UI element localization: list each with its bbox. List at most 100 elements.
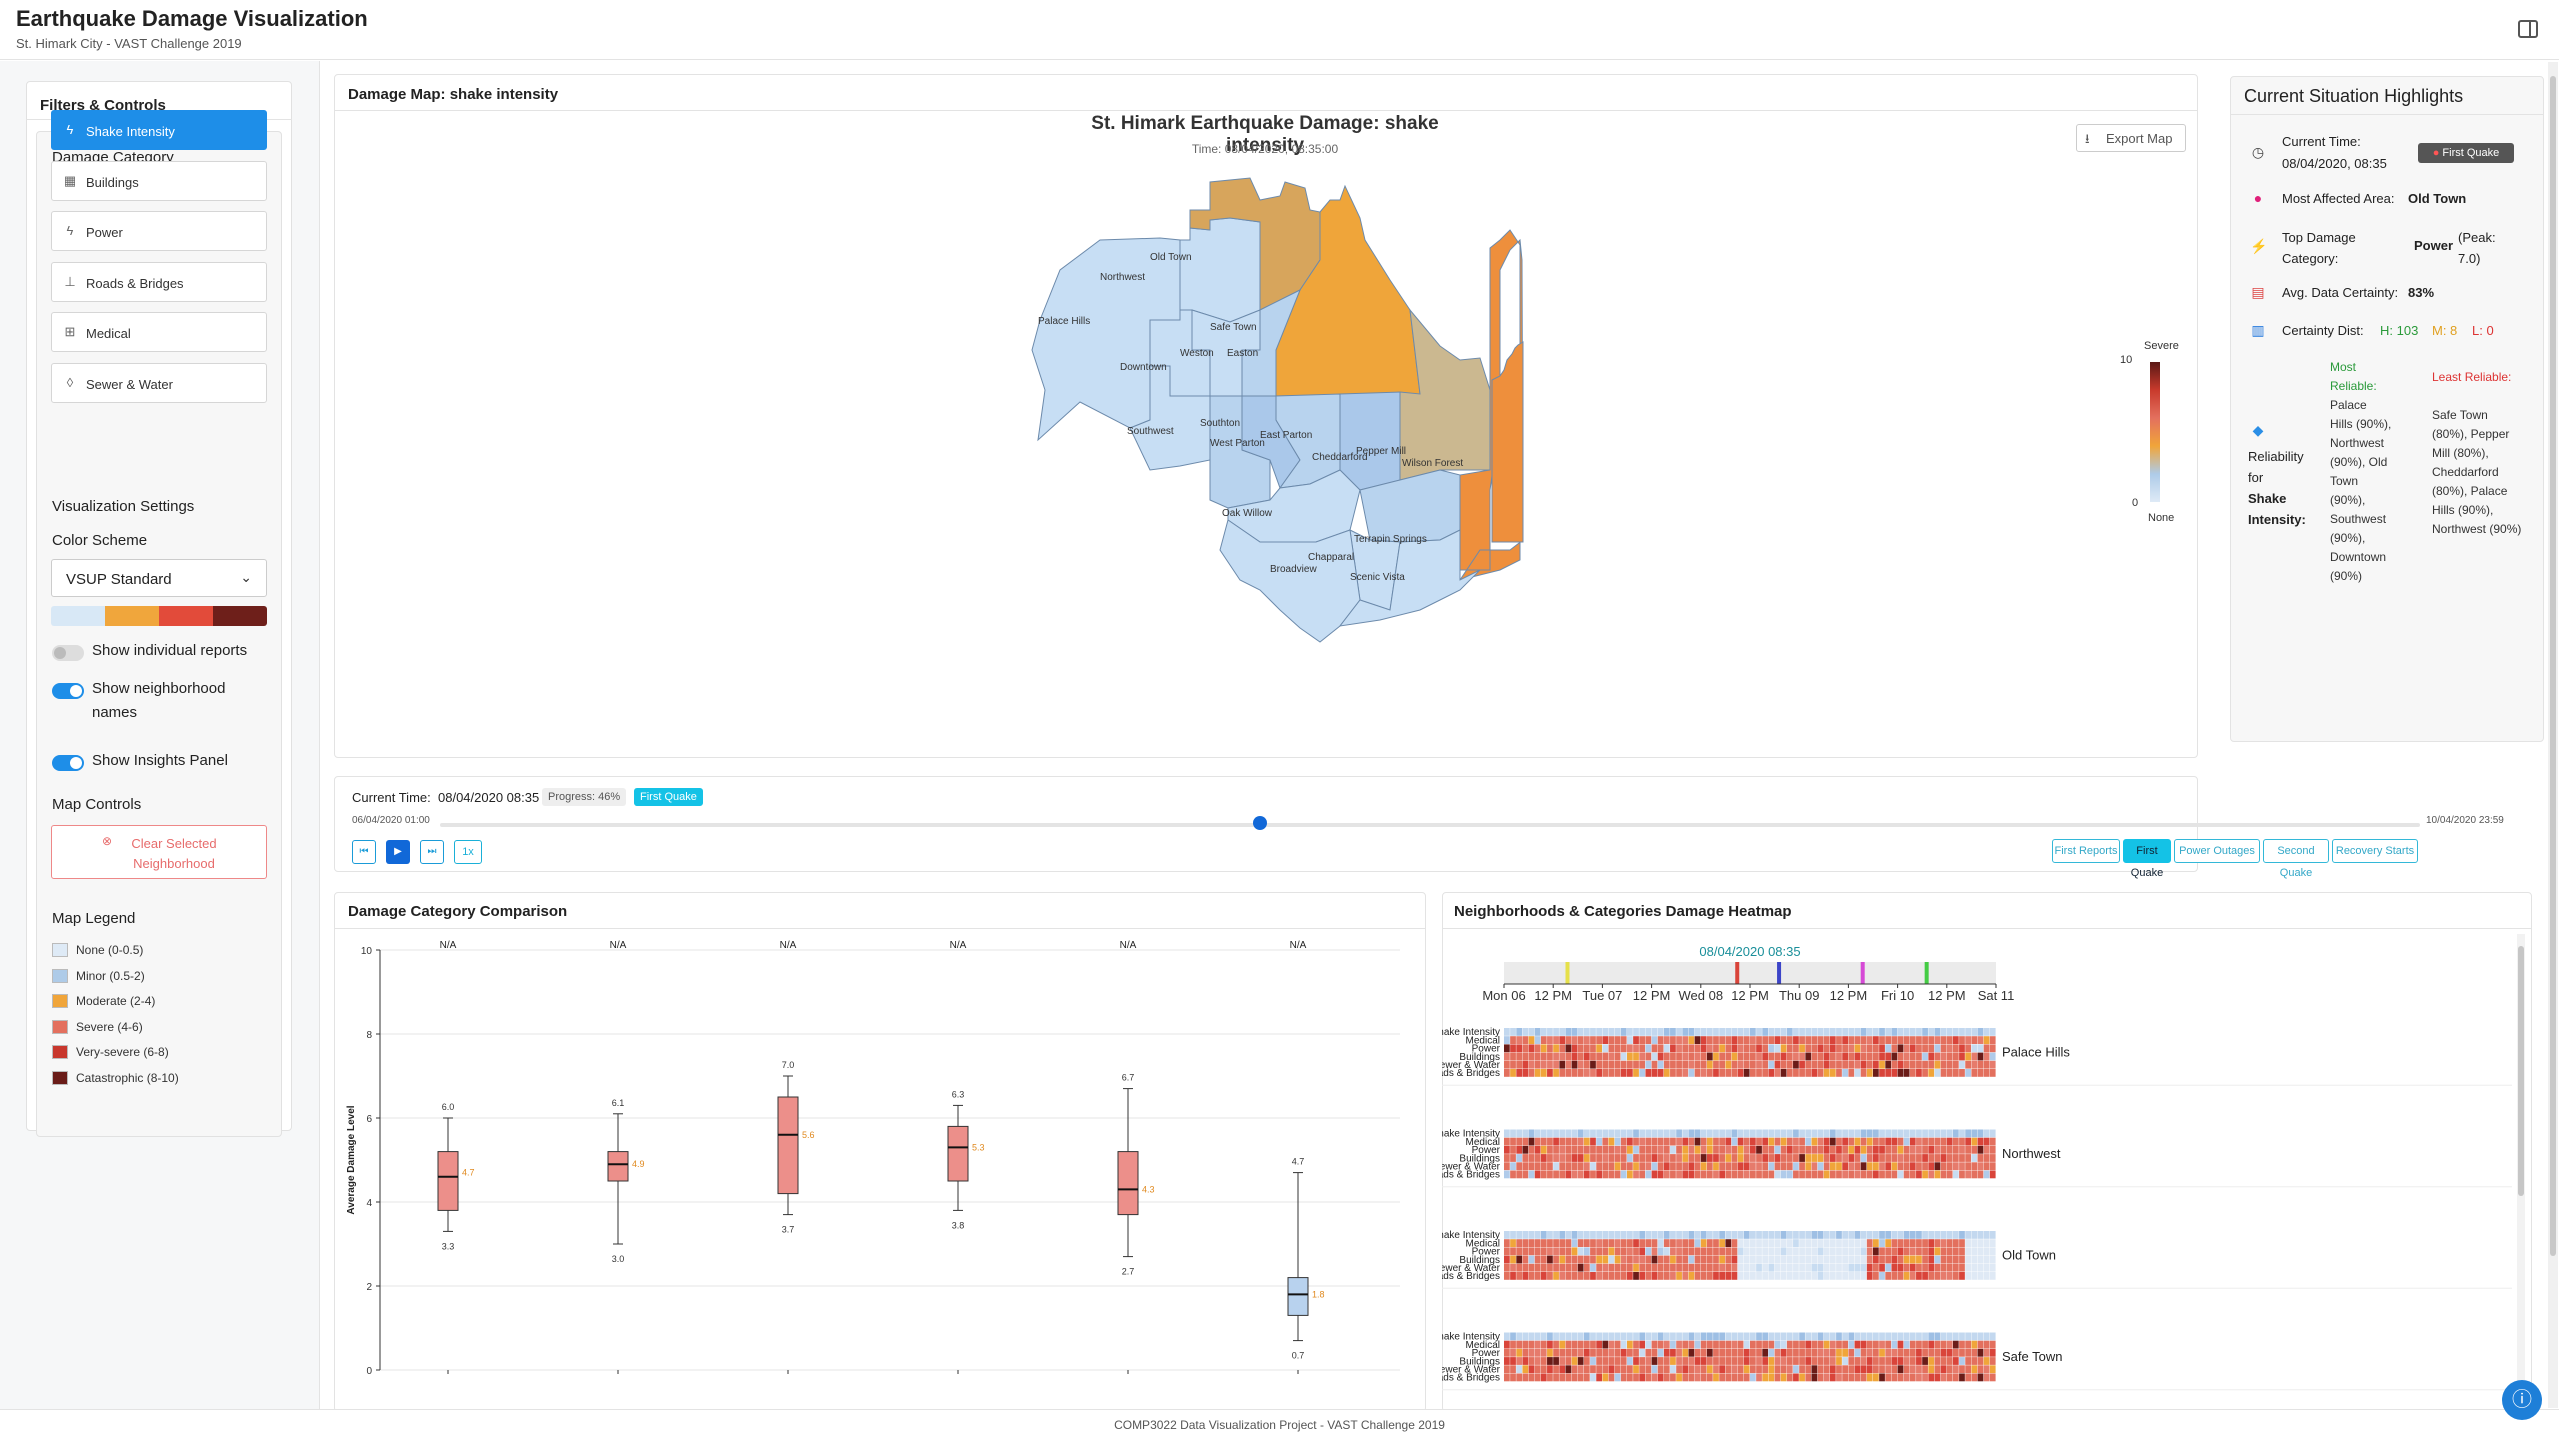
heatmap-cell[interactable]: [1590, 1231, 1596, 1239]
heatmap-cell[interactable]: [1817, 1069, 1824, 1077]
heatmap-cell[interactable]: [1873, 1028, 1879, 1036]
heatmap-cell[interactable]: [1676, 1036, 1682, 1044]
heatmap-cell[interactable]: [1682, 1365, 1689, 1374]
heatmap-cell[interactable]: [1688, 1052, 1695, 1061]
heatmap-cell[interactable]: [1528, 1052, 1535, 1061]
heatmap-cell[interactable]: [1885, 1069, 1892, 1077]
heatmap-cell[interactable]: [1879, 1162, 1885, 1171]
heatmap-cell[interactable]: [1694, 1348, 1701, 1357]
heatmap-cell[interactable]: [1897, 1332, 1904, 1341]
heatmap-cell[interactable]: [1860, 1231, 1867, 1239]
heatmap-cell[interactable]: [1713, 1373, 1719, 1382]
heatmap-cell[interactable]: [1731, 1357, 1738, 1365]
heatmap-cell[interactable]: [1983, 1365, 1990, 1374]
heatmap-cell[interactable]: [1946, 1263, 1953, 1272]
heatmap-cell[interactable]: [1829, 1239, 1836, 1247]
heatmap-cell[interactable]: [1928, 1069, 1935, 1077]
heatmap-cell[interactable]: [1504, 1028, 1510, 1036]
heatmap-cell[interactable]: [1608, 1137, 1615, 1146]
heatmap-cell[interactable]: [1504, 1263, 1510, 1272]
heatmap-cell[interactable]: [1663, 1060, 1670, 1069]
heatmap-cell[interactable]: [1854, 1255, 1861, 1264]
heatmap-cell[interactable]: [1651, 1069, 1658, 1077]
heatmap-cell[interactable]: [1977, 1028, 1984, 1036]
heatmap-cell[interactable]: [1670, 1154, 1676, 1162]
heatmap-cell[interactable]: [1608, 1145, 1615, 1154]
heatmap-cell[interactable]: [1946, 1340, 1953, 1349]
heatmap-cell[interactable]: [1504, 1357, 1510, 1365]
heatmap-cell[interactable]: [1651, 1272, 1658, 1280]
heatmap-cell[interactable]: [1620, 1170, 1627, 1179]
heatmap-cell[interactable]: [1928, 1060, 1935, 1069]
heatmap-cell[interactable]: [1743, 1340, 1750, 1349]
heatmap-cell[interactable]: [1596, 1154, 1602, 1162]
heatmap-cell[interactable]: [1534, 1272, 1541, 1280]
heatmap-cell[interactable]: [1583, 1028, 1590, 1036]
heatmap-cell[interactable]: [1522, 1154, 1529, 1162]
heatmap-cell[interactable]: [1750, 1348, 1756, 1357]
heatmap-cell[interactable]: [1786, 1137, 1793, 1146]
heatmap-cell[interactable]: [1670, 1028, 1676, 1036]
heatmap-cell[interactable]: [1811, 1365, 1818, 1374]
heatmap-cell[interactable]: [1620, 1263, 1627, 1272]
heatmap-cell[interactable]: [1989, 1272, 1996, 1280]
heatmap-cell[interactable]: [1633, 1129, 1639, 1138]
heatmap-cell[interactable]: [1608, 1263, 1615, 1272]
heatmap-cell[interactable]: [1614, 1272, 1621, 1280]
heatmap-cell[interactable]: [1829, 1340, 1836, 1349]
heatmap-cell[interactable]: [1952, 1365, 1959, 1374]
heatmap-cell[interactable]: [1713, 1060, 1719, 1069]
heatmap-cell[interactable]: [1774, 1154, 1781, 1162]
heatmap-cell[interactable]: [1799, 1348, 1805, 1357]
heatmap-cell[interactable]: [1645, 1231, 1652, 1239]
heatmap-cell[interactable]: [1682, 1340, 1689, 1349]
heatmap-cell[interactable]: [1873, 1137, 1879, 1146]
heatmap-cell[interactable]: [1559, 1145, 1566, 1154]
heatmap-cell[interactable]: [1786, 1239, 1793, 1247]
heatmap-cell[interactable]: [1504, 1129, 1510, 1138]
heatmap-cell[interactable]: [1946, 1137, 1953, 1146]
heatmap-cell[interactable]: [1651, 1340, 1658, 1349]
heatmap-cell[interactable]: [1909, 1272, 1916, 1280]
heatmap-cell[interactable]: [1934, 1340, 1941, 1349]
heatmap-cell[interactable]: [1774, 1247, 1781, 1256]
heatmap-cell[interactable]: [1547, 1060, 1553, 1069]
heatmap-cell[interactable]: [1799, 1162, 1805, 1171]
heatmap-cell[interactable]: [1516, 1036, 1523, 1044]
heatmap-cell[interactable]: [1866, 1247, 1873, 1256]
heatmap-cell[interactable]: [1577, 1348, 1584, 1357]
heatmap-cell[interactable]: [1928, 1332, 1935, 1341]
heatmap-cell[interactable]: [1516, 1060, 1523, 1069]
heatmap-cell[interactable]: [1719, 1060, 1725, 1069]
heatmap-cell[interactable]: [1829, 1247, 1836, 1256]
heatmap-cell[interactable]: [1639, 1154, 1646, 1162]
heatmap-cell[interactable]: [1657, 1129, 1664, 1138]
heatmap-cell[interactable]: [1854, 1231, 1861, 1239]
heatmap-cell[interactable]: [1516, 1145, 1523, 1154]
heatmap-cell[interactable]: [1590, 1348, 1596, 1357]
heatmap-cell[interactable]: [1663, 1170, 1670, 1179]
heatmap-cell[interactable]: [1860, 1247, 1867, 1256]
heatmap-cell[interactable]: [1694, 1137, 1701, 1146]
heatmap-cell[interactable]: [1836, 1044, 1842, 1053]
heatmap-cell[interactable]: [1571, 1162, 1578, 1171]
heatmap-cell[interactable]: [1651, 1162, 1658, 1171]
heatmap-cell[interactable]: [1940, 1154, 1947, 1162]
heatmap-cell[interactable]: [1793, 1340, 1799, 1349]
heatmap-cell[interactable]: [1670, 1231, 1676, 1239]
heatmap-cell[interactable]: [1823, 1263, 1830, 1272]
heatmap-cell[interactable]: [1811, 1028, 1818, 1036]
heatmap-cell[interactable]: [1565, 1036, 1572, 1044]
heatmap-cell[interactable]: [1547, 1340, 1553, 1349]
heatmap-cell[interactable]: [1627, 1239, 1633, 1247]
heatmap-cell[interactable]: [1737, 1231, 1744, 1239]
heatmap-cell[interactable]: [1989, 1365, 1996, 1374]
heatmap-cell[interactable]: [1891, 1332, 1898, 1341]
heatmap-cell[interactable]: [1897, 1145, 1904, 1154]
heatmap-cell[interactable]: [1657, 1145, 1664, 1154]
heatmap-cell[interactable]: [1768, 1137, 1775, 1146]
heatmap-cell[interactable]: [1583, 1231, 1590, 1239]
heatmap-cell[interactable]: [1848, 1357, 1855, 1365]
heatmap-cell[interactable]: [1817, 1239, 1824, 1247]
heatmap-cell[interactable]: [1725, 1052, 1732, 1061]
